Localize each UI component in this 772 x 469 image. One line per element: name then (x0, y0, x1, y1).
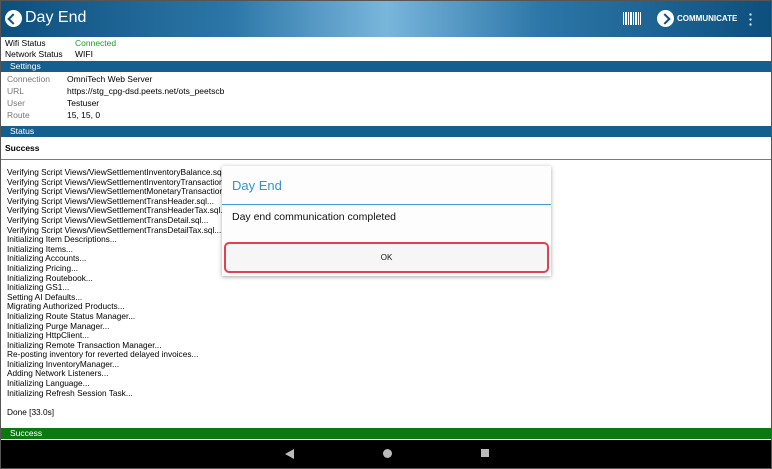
nav-back-icon[interactable] (285, 449, 294, 459)
day-end-dialog: Day End Day end communication completed … (222, 166, 551, 276)
app-window: Day End COMMUNICATE Wifi Status Connecte… (0, 0, 772, 469)
nav-recents-icon[interactable] (481, 449, 489, 457)
nav-home-icon[interactable] (383, 449, 392, 458)
ok-button[interactable]: OK (224, 242, 549, 273)
dialog-divider (222, 204, 551, 205)
dialog-message: Day end communication completed (232, 211, 397, 223)
dialog-overlay: Day End Day end communication completed … (1, 1, 771, 468)
android-nav-bar (1, 440, 771, 468)
dialog-title: Day End (232, 178, 282, 193)
